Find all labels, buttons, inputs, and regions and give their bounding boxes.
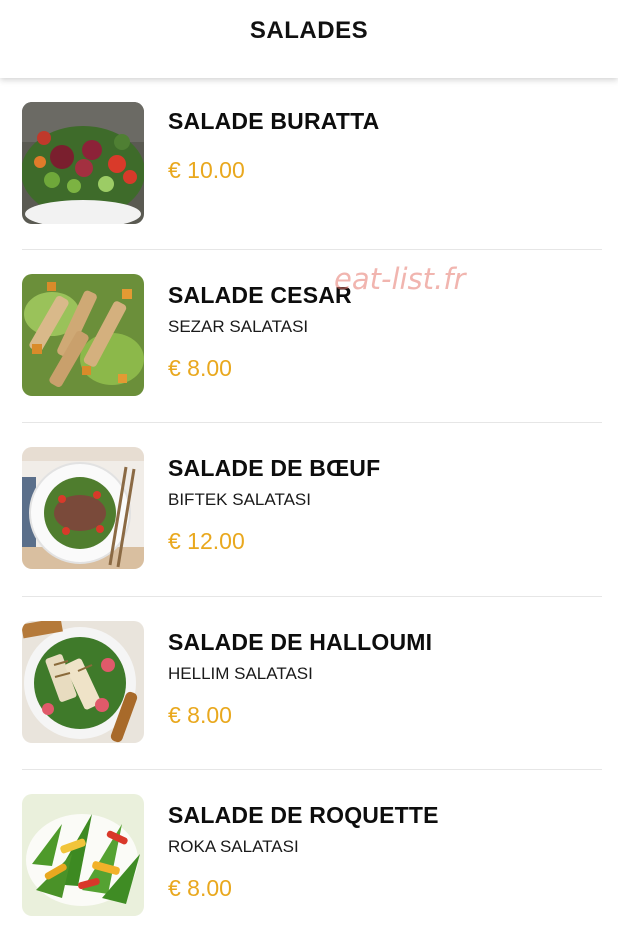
item-subtitle: HELLIM SALATASI <box>168 664 313 683</box>
item-price: € 8.00 <box>168 875 232 901</box>
item-name: SALADE BURATTA <box>168 108 380 134</box>
page-title: SALADES <box>249 17 369 44</box>
page-header: SALADES <box>0 0 618 78</box>
item-price: € 12.00 <box>168 528 245 554</box>
item-subtitle: SEZAR SALATASI <box>168 317 309 336</box>
caesar-salad-image <box>22 274 144 396</box>
watermark: eat-list.fr <box>334 262 466 296</box>
menu-item-salade-de-roquette[interactable]: SALADE DE ROQUETTE ROKA SALATASI € 8.00 <box>22 770 602 941</box>
menu-item-salade-de-halloumi[interactable]: SALADE DE HALLOUMI HELLIM SALATASI € 8.0… <box>22 597 602 770</box>
buratta-salad-image <box>22 102 144 224</box>
item-subtitle: BIFTEK SALATASI <box>168 490 311 509</box>
item-name: SALADE DE HALLOUMI <box>168 629 433 655</box>
item-name: SALADE DE ROQUETTE <box>168 802 439 828</box>
beef-salad-image <box>22 447 144 569</box>
item-price: € 8.00 <box>168 355 232 381</box>
menu-item-salade-buratta[interactable]: SALADE BURATTA € 10.00 <box>22 78 602 250</box>
halloumi-salad-image <box>22 621 144 743</box>
item-price: € 8.00 <box>168 702 232 728</box>
item-price: € 10.00 <box>168 157 245 183</box>
menu-item-salade-de-boeuf[interactable]: SALADE DE BŒUF BIFTEK SALATASI € 12.00 <box>22 423 602 597</box>
rocket-salad-image <box>22 794 144 916</box>
item-name: SALADE CESAR <box>168 282 352 308</box>
item-subtitle: ROKA SALATASI <box>168 837 299 856</box>
item-name: SALADE DE BŒUF <box>168 455 381 481</box>
menu-item-salade-cesar[interactable]: SALADE CESAR SEZAR SALATASI € 8.00 <box>22 250 602 423</box>
